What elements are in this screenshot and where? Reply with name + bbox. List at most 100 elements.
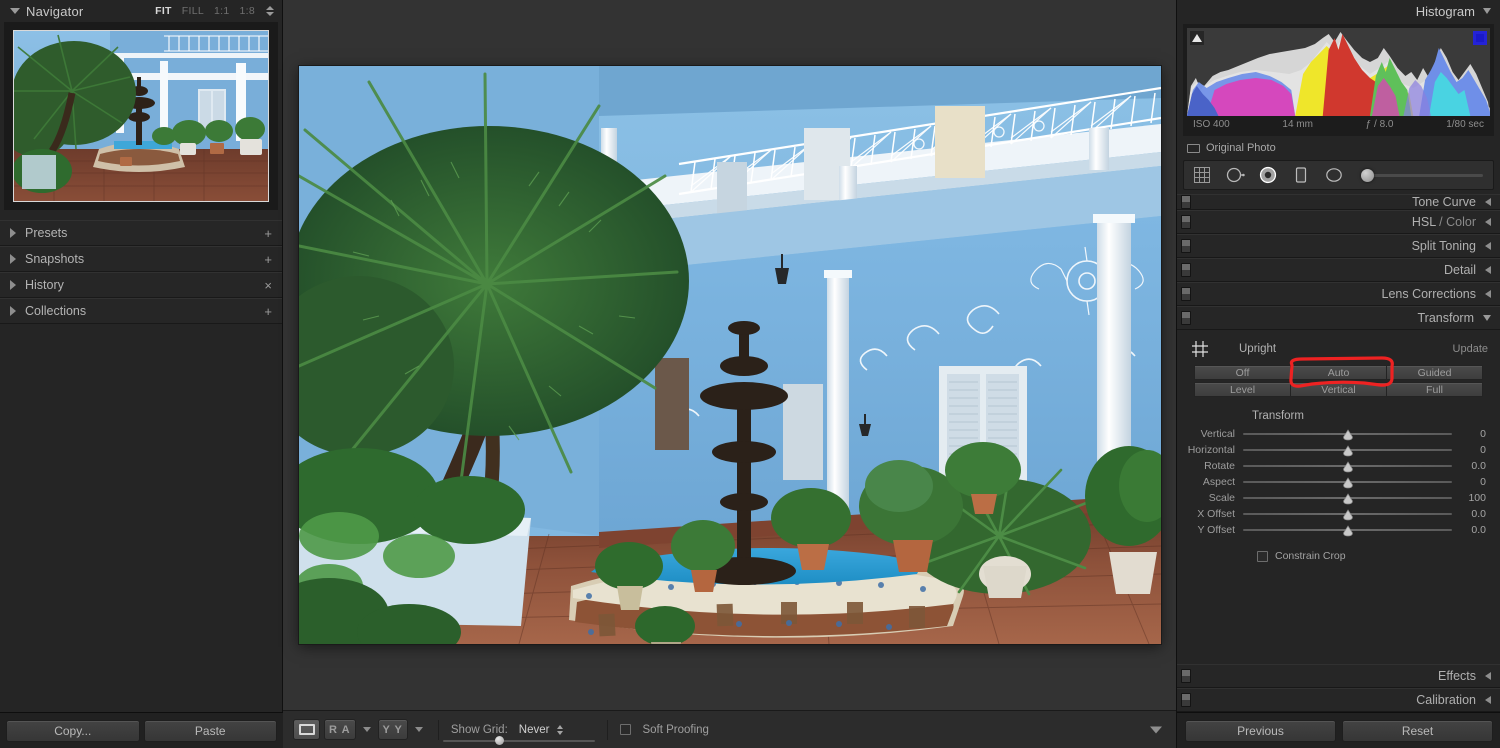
chevron-down-icon[interactable] (1483, 315, 1491, 321)
aspect-knob[interactable] (1342, 476, 1354, 489)
slider-horizontal[interactable]: Horizontal 0 (1177, 442, 1500, 458)
highlight-clipping-indicator[interactable] (1473, 31, 1487, 45)
grid-opacity-slider[interactable] (443, 735, 596, 746)
upright-auto-button[interactable]: Auto (1290, 365, 1386, 380)
crop-overlay-icon[interactable] (1192, 165, 1212, 185)
chevron-left-icon[interactable] (1485, 242, 1491, 250)
red-eye-correction-icon[interactable] (1258, 165, 1278, 185)
show-grid-value[interactable]: Never (519, 724, 550, 736)
add-snapshot-icon[interactable]: + (264, 253, 272, 266)
radial-filter-icon[interactable] (1324, 165, 1344, 185)
x-offset-knob[interactable] (1342, 508, 1354, 521)
chevron-left-icon[interactable] (1485, 290, 1491, 298)
rotate-slider[interactable] (1243, 458, 1452, 474)
add-preset-icon[interactable]: + (264, 227, 272, 240)
add-collection-icon[interactable]: + (264, 305, 272, 318)
constrain-crop-row[interactable]: Constrain Crop (1177, 538, 1500, 570)
navigator-header[interactable]: Navigator FIT FILL 1:1 1:8 (0, 0, 282, 22)
sidebar-item-snapshots[interactable]: Snapshots + (0, 246, 282, 272)
upright-grid-icon[interactable] (1191, 340, 1209, 358)
previous-button[interactable]: Previous (1185, 719, 1336, 742)
before-after-split-button[interactable]: Y Y (377, 719, 408, 740)
transform-toggle-switch[interactable] (1181, 311, 1191, 325)
shadow-clipping-indicator[interactable] (1190, 31, 1204, 45)
update-button[interactable]: Update (1453, 343, 1488, 355)
chevron-down-icon[interactable] (10, 8, 20, 14)
aspect-value[interactable]: 0 (1452, 476, 1486, 488)
section-detail[interactable]: Detail (1177, 258, 1500, 282)
zoom-stepper[interactable] (266, 6, 274, 16)
section-lens-corrections[interactable]: Lens Corrections (1177, 282, 1500, 306)
upright-vertical-button[interactable]: Vertical (1290, 382, 1386, 397)
slider-rotate[interactable]: Rotate 0.0 (1177, 458, 1500, 474)
paste-button[interactable]: Paste (143, 719, 277, 742)
rotate-knob[interactable] (1342, 460, 1354, 473)
x-offset-slider[interactable] (1243, 506, 1452, 522)
chevron-left-icon[interactable] (1485, 218, 1491, 226)
section-split-toning[interactable]: Split Toning (1177, 234, 1500, 258)
section-transform[interactable]: Transform (1177, 306, 1500, 330)
hsl-toggle-switch[interactable] (1181, 215, 1191, 229)
original-photo-row[interactable]: Original Photo (1177, 136, 1500, 158)
chevron-left-icon[interactable] (1485, 266, 1491, 274)
grid-slider-knob[interactable] (495, 735, 505, 745)
navigator-thumbnail[interactable] (13, 30, 269, 202)
chevron-left-icon[interactable] (1485, 696, 1491, 704)
copy-button[interactable]: Copy... (6, 719, 140, 742)
brush-slider-knob[interactable] (1361, 169, 1374, 182)
loupe-view-button[interactable] (293, 719, 320, 740)
show-grid-stepper-icon[interactable] (557, 724, 564, 735)
upright-level-button[interactable]: Level (1194, 382, 1290, 397)
tone-curve-toggle-switch[interactable] (1181, 195, 1191, 209)
y-offset-value[interactable]: 0.0 (1452, 524, 1486, 536)
zoom-level-1-8[interactable]: 1:8 (240, 5, 256, 17)
scale-slider[interactable] (1243, 490, 1452, 506)
slider-aspect[interactable]: Aspect 0 (1177, 474, 1500, 490)
sidebar-item-collections[interactable]: Collections + (0, 298, 282, 324)
histogram-header[interactable]: Histogram (1177, 0, 1500, 22)
y-offset-slider[interactable] (1243, 522, 1452, 538)
vertical-knob[interactable] (1342, 428, 1354, 441)
before-after-split-dropdown-icon[interactable] (414, 727, 423, 732)
lens-corrections-toggle-switch[interactable] (1181, 287, 1191, 301)
reset-button[interactable]: Reset (1342, 719, 1493, 742)
photo-preview[interactable] (298, 66, 1161, 644)
horizontal-knob[interactable] (1342, 444, 1354, 457)
rotate-value[interactable]: 0.0 (1452, 460, 1486, 472)
histogram-graph[interactable] (1187, 28, 1490, 116)
section-tone-curve[interactable]: Tone Curve (1177, 194, 1500, 210)
detail-toggle-switch[interactable] (1181, 263, 1191, 277)
sidebar-item-presets[interactable]: Presets + (0, 220, 282, 246)
constrain-crop-checkbox[interactable] (1257, 550, 1268, 562)
before-after-dropdown-icon[interactable] (362, 727, 371, 732)
before-after-button[interactable]: R A (324, 719, 356, 740)
chevron-left-icon[interactable] (1485, 198, 1491, 206)
section-hsl-color[interactable]: HSL / Color (1177, 210, 1500, 234)
slider-y-offset[interactable]: Y Offset 0.0 (1177, 522, 1500, 538)
horizontal-slider[interactable] (1243, 442, 1452, 458)
spot-removal-icon[interactable] (1225, 165, 1245, 185)
vertical-value[interactable]: 0 (1452, 428, 1486, 440)
vertical-slider[interactable] (1243, 426, 1452, 442)
horizontal-value[interactable]: 0 (1452, 444, 1486, 456)
section-calibration[interactable]: Calibration (1177, 688, 1500, 712)
y-offset-knob[interactable] (1342, 524, 1354, 537)
chevron-down-icon[interactable] (1483, 8, 1491, 14)
split-toning-toggle-switch[interactable] (1181, 239, 1191, 253)
clear-history-icon[interactable]: × (264, 279, 272, 292)
slider-vertical[interactable]: Vertical 0 (1177, 426, 1500, 442)
zoom-level-fill[interactable]: FILL (182, 5, 204, 17)
section-effects[interactable]: Effects (1177, 664, 1500, 688)
upright-guided-button[interactable]: Guided (1386, 365, 1483, 380)
image-canvas[interactable] (283, 0, 1176, 710)
upright-full-button[interactable]: Full (1386, 382, 1483, 397)
zoom-level-1-1[interactable]: 1:1 (214, 5, 230, 17)
graduated-filter-icon[interactable] (1291, 165, 1311, 185)
effects-toggle-switch[interactable] (1181, 669, 1191, 683)
soft-proofing-checkbox[interactable] (620, 724, 632, 735)
slider-x-offset[interactable]: X Offset 0.0 (1177, 506, 1500, 522)
adjustment-brush-slider[interactable] (1359, 167, 1485, 183)
toolbar-collapse-icon[interactable] (1150, 726, 1162, 733)
chevron-left-icon[interactable] (1485, 672, 1491, 680)
soft-proofing-group[interactable]: Soft Proofing (620, 724, 709, 736)
